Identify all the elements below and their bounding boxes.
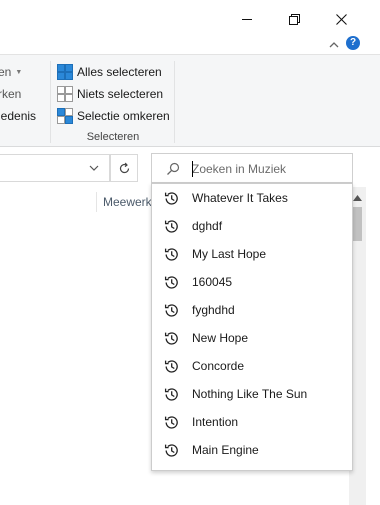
suggestion-text: Intention <box>192 415 239 429</box>
suggestion-text: Nothing Like The Sun <box>192 387 308 401</box>
history-icon <box>164 276 178 289</box>
chevron-down-icon: ▼ <box>15 68 23 76</box>
address-history-dropdown[interactable] <box>84 161 104 175</box>
suggestion-item[interactable]: Whatever It Takes <box>152 184 352 212</box>
close-button[interactable] <box>318 0 364 38</box>
search-input[interactable] <box>192 160 348 178</box>
ribbon-partial-label-3: iedenis <box>0 109 37 123</box>
invert-selection-label: Selectie omkeren <box>77 109 170 123</box>
suggestion-text: dghdf <box>192 219 223 233</box>
select-group-label: Selecteren <box>86 131 140 143</box>
suggestion-item[interactable]: New Hope <box>152 324 352 352</box>
suggestion-item[interactable]: Nothing Like The Sun <box>152 380 352 408</box>
address-row <box>0 147 380 187</box>
ribbon-divider <box>174 61 175 143</box>
suggestion-item[interactable]: fyghdhd <box>152 296 352 324</box>
suggestion-item[interactable]: dghdf <box>152 212 352 240</box>
suggestion-item[interactable]: Main Engine <box>152 436 352 464</box>
select-all-label: Alles selecteren <box>77 65 162 79</box>
chevron-down-icon <box>89 165 99 171</box>
ribbon-item-partial-3[interactable]: iedenis <box>0 107 36 125</box>
history-icon <box>164 220 178 233</box>
suggestion-text: Whatever It Takes <box>192 191 288 205</box>
ribbon-item-partial-2[interactable]: rken <box>0 85 21 103</box>
collapse-ribbon-chevron-up-icon[interactable] <box>327 38 341 52</box>
select-none-label: Niets selecteren <box>77 87 164 101</box>
ribbon-divider <box>50 61 51 143</box>
close-icon <box>335 13 347 25</box>
help-icon[interactable]: ? <box>346 36 360 50</box>
history-icon <box>164 304 178 317</box>
suggestion-text: My Last Hope <box>192 247 267 261</box>
suggestion-item[interactable]: Concorde <box>152 352 352 380</box>
select-none-button[interactable]: Niets selecteren <box>57 85 163 103</box>
scroll-thumb[interactable] <box>353 207 362 241</box>
suggestion-text: Main Engine <box>192 443 259 457</box>
history-icon <box>164 192 178 205</box>
history-icon <box>164 360 178 373</box>
history-icon <box>164 416 178 429</box>
invert-selection-icon <box>57 108 73 124</box>
minimize-button[interactable] <box>224 0 270 38</box>
refresh-button[interactable] <box>110 154 138 182</box>
refresh-icon <box>119 162 129 173</box>
history-icon <box>164 388 178 401</box>
suggestion-text: New Hope <box>192 331 249 345</box>
select-none-icon <box>57 86 73 102</box>
invert-selection-button[interactable]: Selectie omkeren <box>57 107 170 125</box>
select-all-icon <box>57 64 73 80</box>
ribbon-partial-label-1: en <box>0 65 12 79</box>
minimize-icon <box>242 19 252 20</box>
text-cursor <box>192 161 193 177</box>
history-icon <box>164 248 178 261</box>
history-icon <box>164 444 178 457</box>
search-suggestions-dropdown: Whatever It Takes dghdf My Last Hope 160… <box>151 183 353 471</box>
scroll-up-arrow-icon <box>353 195 362 201</box>
restore-button[interactable] <box>271 0 317 38</box>
title-bar <box>0 0 380 38</box>
search-box[interactable] <box>151 153 353 183</box>
column-divider[interactable] <box>96 192 97 212</box>
suggestion-item[interactable]: Intention <box>152 408 352 436</box>
suggestion-text: Concorde <box>192 359 245 373</box>
search-icon <box>167 162 180 175</box>
history-icon <box>164 332 178 345</box>
suggestion-item[interactable]: My Last Hope <box>152 240 352 268</box>
suggestion-text: fyghdhd <box>192 303 235 317</box>
ribbon-partial-label-2: rken <box>0 87 22 101</box>
suggestion-text: 160045 <box>192 275 233 289</box>
restore-icon <box>288 13 300 25</box>
select-all-button[interactable]: Alles selecteren <box>57 63 162 81</box>
ribbon-item-partial-1[interactable]: en ▼ <box>0 63 22 81</box>
suggestion-item[interactable]: 160045 <box>152 268 352 296</box>
column-header-contributing-artists[interactable]: Meewerk <box>103 195 152 209</box>
